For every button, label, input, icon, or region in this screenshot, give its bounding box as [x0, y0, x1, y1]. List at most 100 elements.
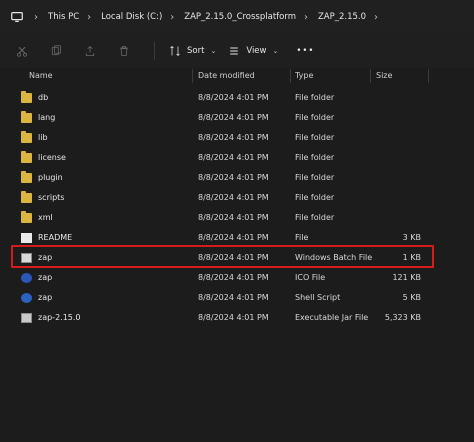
file-name: zap-2.15.0	[38, 313, 81, 322]
file-row[interactable]: xml 8/8/2024 4:01 PM File folder	[0, 208, 474, 228]
share-icon	[85, 45, 95, 56]
file-type: File folder	[295, 93, 335, 102]
sort-icon	[170, 45, 180, 57]
column-header-row: Name Date modified Type Size	[0, 68, 474, 84]
file-type: File folder	[295, 153, 335, 162]
folder-icon	[21, 91, 32, 103]
file-name: zap	[38, 273, 53, 282]
file-type: File folder	[295, 193, 335, 202]
view-label: View	[246, 46, 267, 56]
file-size	[372, 108, 421, 128]
more-options-button[interactable]: •••	[290, 39, 320, 63]
file-date: 8/8/2024 4:01 PM	[198, 153, 269, 162]
jar-file-icon	[21, 313, 32, 323]
column-header-size[interactable]: Size	[376, 68, 392, 84]
file-name: license	[38, 153, 66, 162]
breadcrumb: › This PC › Local Disk (C:) › ZAP_2.15.0…	[26, 12, 388, 23]
file-row[interactable]: license 8/8/2024 4:01 PM File folder	[0, 148, 474, 168]
document-icon	[21, 233, 32, 243]
cut-button[interactable]	[10, 39, 34, 63]
file-size	[372, 148, 421, 168]
file-date: 8/8/2024 4:01 PM	[198, 173, 269, 182]
command-bar: Sort ⌄ View ⌄ •••	[0, 34, 474, 68]
address-bar[interactable]: › This PC › Local Disk (C:) › ZAP_2.15.0…	[0, 0, 474, 34]
chevron-down-icon: ⌄	[272, 47, 279, 55]
more-options-icon: •••	[296, 46, 315, 56]
chevron-right-icon: ›	[87, 11, 92, 23]
file-date: 8/8/2024 4:01 PM	[198, 293, 269, 302]
chevron-right-icon: ›	[170, 11, 175, 23]
cut-icon	[17, 46, 27, 57]
ico-file-icon	[21, 273, 32, 283]
file-list: Name Date modified Type Size db 8/8/2024…	[0, 68, 474, 442]
breadcrumb-this-pc[interactable]: This PC	[48, 12, 79, 22]
folder-icon	[21, 131, 32, 143]
file-row[interactable]: scripts 8/8/2024 4:01 PM File folder	[0, 188, 474, 208]
file-name: db	[38, 93, 49, 102]
file-row[interactable]: lang 8/8/2024 4:01 PM File folder	[0, 108, 474, 128]
breadcrumb-local-disk[interactable]: Local Disk (C:)	[101, 12, 162, 22]
file-date: 8/8/2024 4:01 PM	[198, 273, 269, 282]
trash-icon	[120, 46, 128, 56]
file-type: File folder	[295, 173, 335, 182]
view-button[interactable]: View ⌄	[222, 39, 284, 63]
file-date: 8/8/2024 4:01 PM	[198, 193, 269, 202]
copy-button[interactable]	[44, 39, 68, 63]
share-button[interactable]	[78, 39, 102, 63]
sort-button[interactable]: Sort ⌄	[163, 39, 222, 63]
column-divider[interactable]	[428, 69, 429, 83]
delete-button[interactable]	[112, 39, 136, 63]
shell-script-icon	[21, 293, 32, 303]
file-size: 5,323 KB	[384, 313, 421, 322]
file-size	[372, 88, 421, 108]
sort-label: Sort	[187, 46, 205, 56]
column-header-type[interactable]: Type	[295, 68, 313, 84]
file-size: 121 KB	[392, 273, 421, 282]
folder-icon	[21, 171, 32, 183]
column-header-date-modified[interactable]: Date modified	[198, 68, 255, 84]
file-row[interactable]: db 8/8/2024 4:01 PM File folder	[0, 88, 474, 108]
chevron-down-icon: ⌄	[210, 47, 217, 55]
file-date: 8/8/2024 4:01 PM	[198, 133, 269, 142]
file-name: plugin	[38, 173, 63, 182]
chevron-right-icon[interactable]: ›	[374, 12, 378, 23]
file-size	[372, 188, 421, 208]
file-type: File folder	[295, 113, 335, 122]
file-name: zap	[38, 293, 53, 302]
breadcrumb-zap-folder[interactable]: ZAP_2.15.0	[318, 12, 366, 22]
file-date: 8/8/2024 4:01 PM	[198, 93, 269, 102]
column-header-name[interactable]: Name	[29, 68, 53, 84]
file-name: lib	[38, 133, 48, 142]
file-row[interactable]: plugin 8/8/2024 4:01 PM File folder	[0, 168, 474, 188]
breadcrumb-zap-crossplatform[interactable]: ZAP_2.15.0_Crossplatform	[184, 12, 296, 22]
file-type: File folder	[295, 213, 335, 222]
file-date: 8/8/2024 4:01 PM	[198, 113, 269, 122]
folder-icon	[21, 211, 32, 223]
file-row[interactable]: zap-2.15.0 8/8/2024 4:01 PM Executable J…	[0, 308, 474, 328]
file-date: 8/8/2024 4:01 PM	[198, 213, 269, 222]
file-row[interactable]: zap 8/8/2024 4:01 PM Shell Script 5 KB	[0, 288, 474, 308]
folder-icon	[21, 151, 32, 163]
file-date: 8/8/2024 4:01 PM	[198, 313, 269, 322]
file-row[interactable]: zap 8/8/2024 4:01 PM ICO File 121 KB	[0, 268, 474, 288]
file-type: Shell Script	[295, 293, 341, 302]
monitor-icon[interactable]	[8, 8, 26, 26]
file-size	[372, 208, 421, 228]
file-name: xml	[38, 213, 53, 222]
view-icon	[230, 47, 239, 55]
folder-icon	[21, 191, 32, 203]
file-type: File folder	[295, 133, 335, 142]
chevron-right-icon: ›	[34, 11, 38, 23]
chevron-right-icon: ›	[303, 11, 308, 23]
file-type: Executable Jar File	[295, 313, 369, 322]
highlight-box	[11, 245, 434, 268]
column-divider[interactable]	[370, 69, 371, 83]
file-name: scripts	[38, 193, 65, 202]
copy-icon	[51, 45, 61, 56]
file-size	[372, 168, 421, 188]
file-type: ICO File	[295, 273, 326, 282]
column-divider[interactable]	[192, 69, 193, 83]
column-divider[interactable]	[290, 69, 291, 83]
toolbar-separator	[154, 42, 155, 60]
file-row[interactable]: lib 8/8/2024 4:01 PM File folder	[0, 128, 474, 148]
